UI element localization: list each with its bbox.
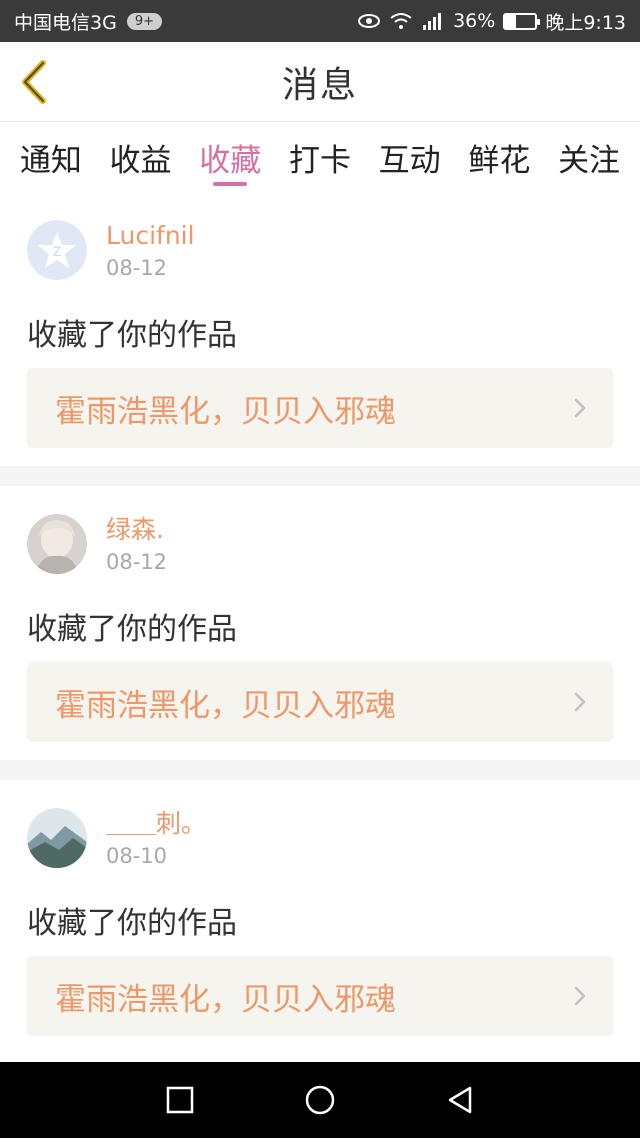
- tab-4[interactable]: 互动: [377, 122, 443, 192]
- chevron-right-icon: [574, 986, 586, 1006]
- chevron-right-icon: [574, 692, 586, 712]
- card-header: Z Lucifnil 08-12: [27, 192, 613, 290]
- work-title: 霍雨浩黑化，贝贝入邪魂: [55, 687, 396, 724]
- tab-bar: 通知 收益 收藏 打卡 互动 鲜花 关注: [0, 122, 640, 192]
- username[interactable]: 绿森.: [106, 514, 167, 546]
- action-text: 收藏了你的作品: [27, 318, 237, 353]
- tab-2[interactable]: 收藏: [197, 122, 263, 192]
- message-date: 08-12: [106, 550, 168, 574]
- battery-fill: [505, 14, 517, 28]
- back-nav-button[interactable]: [440, 1080, 480, 1120]
- status-bar: 中国电信3G 9+ 36% 晚上9:13: [0, 0, 640, 42]
- system-nav-bar: [0, 1062, 640, 1138]
- message-list: Z Lucifnil 08-12 收藏了你的作品 霍雨浩黑化，贝贝入邪魂 绿森. 08-12…: [0, 192, 640, 1054]
- clock: 晚上9:13: [545, 11, 626, 34]
- work-link[interactable]: 霍雨浩黑化，贝贝入邪魂: [27, 368, 613, 448]
- message-card: 绿森. 08-12 收藏了你的作品霍雨浩黑化，贝贝入邪魂: [0, 486, 640, 760]
- chevron-left-icon: [22, 60, 46, 104]
- message-date: 08-10: [106, 844, 168, 868]
- card-header: 绿森. 08-12: [27, 486, 613, 584]
- chevron-right-icon: [574, 398, 586, 418]
- username[interactable]: Lucifnil: [106, 220, 195, 252]
- battery-icon: [503, 12, 541, 30]
- work-link[interactable]: 霍雨浩黑化，贝贝入邪魂: [27, 956, 613, 1036]
- recent-apps-button[interactable]: [160, 1080, 200, 1120]
- user-info: 绿森. 08-12: [106, 514, 167, 574]
- card-header: ＿＿刺。 08-10: [27, 780, 613, 878]
- action-text: 收藏了你的作品: [27, 906, 237, 941]
- work-title: 霍雨浩黑化，贝贝入邪魂: [55, 393, 396, 430]
- work-title: 霍雨浩黑化，贝贝入邪魂: [55, 981, 396, 1018]
- eye-icon: [357, 13, 381, 29]
- user-info: Lucifnil 08-12: [106, 220, 195, 280]
- carrier-label: 中国电信3G: [14, 11, 117, 34]
- back-button[interactable]: [14, 56, 54, 108]
- tab-3[interactable]: 打卡: [287, 122, 353, 192]
- square-icon: [166, 1086, 194, 1114]
- page-title: 消息: [281, 64, 358, 106]
- tab-5[interactable]: 鲜花: [466, 122, 532, 192]
- action-text: 收藏了你的作品: [27, 612, 237, 647]
- message-date: 08-12: [106, 256, 168, 280]
- work-link[interactable]: 霍雨浩黑化，贝贝入邪魂: [27, 662, 613, 742]
- avatar[interactable]: [27, 514, 87, 574]
- tab-0[interactable]: 通知: [18, 122, 84, 192]
- tab-6[interactable]: 关注: [556, 122, 622, 192]
- top-bar: 消息: [0, 42, 640, 122]
- svg-text:Z: Z: [53, 243, 62, 259]
- tab-1[interactable]: 收益: [108, 122, 174, 192]
- notification-badge: 9+: [126, 12, 162, 30]
- message-card: ＿＿刺。 08-10 收藏了你的作品霍雨浩黑化，贝贝入邪魂: [0, 780, 640, 1054]
- avatar[interactable]: [27, 808, 87, 868]
- signal-icon: [421, 11, 445, 31]
- battery-percent: 36%: [453, 10, 496, 32]
- card-separator: [0, 760, 640, 780]
- triangle-back-icon: [448, 1086, 472, 1114]
- circle-icon: [305, 1085, 335, 1115]
- avatar[interactable]: Z: [27, 220, 87, 280]
- username[interactable]: ＿＿刺。: [106, 808, 206, 840]
- wifi-icon: [389, 12, 413, 30]
- home-button[interactable]: [300, 1080, 340, 1120]
- card-separator: [0, 466, 640, 486]
- message-card: Z Lucifnil 08-12 收藏了你的作品霍雨浩黑化，贝贝入邪魂: [0, 192, 640, 466]
- user-info: ＿＿刺。 08-10: [106, 808, 206, 868]
